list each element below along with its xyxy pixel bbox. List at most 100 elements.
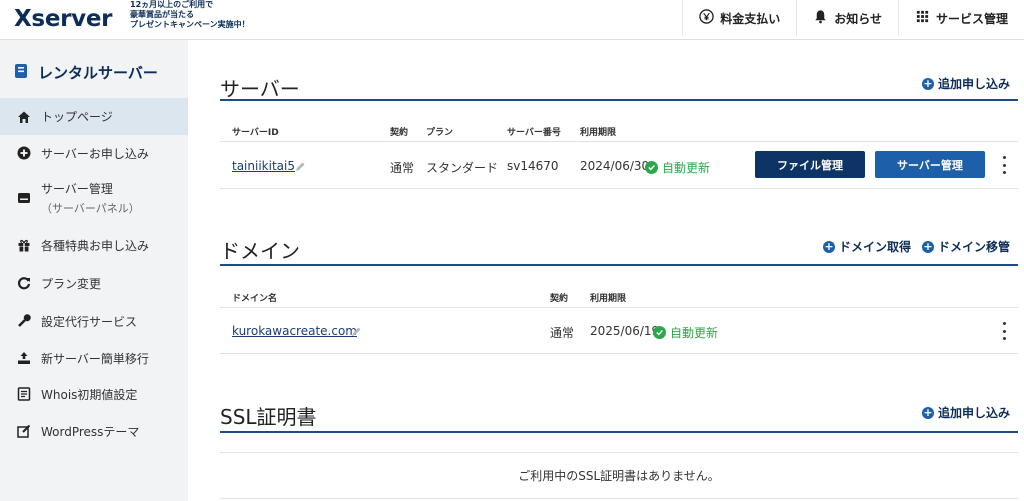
sidebar-item-label: Whois初期値設定 [41,387,138,402]
rental-server-icon [14,63,28,83]
service-management-button[interactable]: サービス管理 [897,0,1024,36]
promo-line-1: 12ヵ月以上のご利用で [130,0,214,9]
payment-label: 料金支払い [720,11,781,26]
column-domain-expiry: 利用期限 [590,294,627,304]
sidebar-item-server-apply[interactable]: サーバーお申し込み [0,137,188,169]
sidebar-item-label: サーバー管理 [41,182,113,196]
sidebar-item-label: 各種特典お申し込み [41,238,150,253]
sidebar-title[interactable]: レンタルサーバー [14,62,158,83]
xserver-logo[interactable]: Xserver [14,6,113,32]
service-management-label: サービス管理 [935,11,1008,26]
domain-get-link[interactable]: + ドメイン取得 [823,238,911,255]
ssl-add-label: 追加申し込み [937,406,1010,420]
column-server-id: サーバーID [232,128,279,138]
server-auto-renew: 自動更新 [645,159,710,176]
sidebar-item-label: サーバーお申し込み [41,146,149,161]
plus-circle-icon: + [921,405,934,419]
grid-icon [915,9,930,27]
bell-icon [813,9,828,27]
server-icon [17,191,31,205]
sidebar-item-setup-service[interactable]: 設定代行サービス [0,305,188,337]
promo-line-3: プレゼントキャンペーン実施中！ [130,20,250,29]
server-section-title: サーバー [220,77,300,101]
domain-header-divider [220,307,1018,308]
server-management-button[interactable]: サーバー管理 [875,151,985,178]
server-add-link[interactable]: + 追加申し込み [921,75,1010,92]
column-contract: 契約 [390,128,409,138]
sidebar-item-label: プラン変更 [41,276,102,291]
column-plan: プラン [426,128,454,138]
sidebar-item-label: 設定代行サービス [41,314,138,329]
refresh-icon [17,276,31,290]
sidebar: レンタルサーバー トップページ サーバーお申し込み サーバー管理 （サーバーパネ… [0,40,188,501]
server-section-rule [220,99,1018,101]
sidebar-item-migration[interactable]: 新サーバー簡単移行 [0,342,188,374]
ssl-add-link[interactable]: + 追加申し込み [921,404,1010,421]
promo-banner[interactable]: 12ヵ月以上のご利用で 豪華賞品が当たる プレゼントキャンペーン実施中！ [130,0,250,30]
column-server-number: サーバー番号 [507,128,561,138]
promo-line-2: 豪華賞品が当たる [130,10,194,19]
domain-transfer-link[interactable]: + ドメイン移管 [921,238,1010,255]
plus-circle-icon: + [823,239,835,253]
sidebar-item-server-panel[interactable]: サーバー管理 （サーバーパネル） [0,176,188,220]
sidebar-item-wordpress-theme[interactable]: WordPressテーマ [0,415,188,447]
server-plan: スタンダード [426,161,499,175]
domain-name-link[interactable]: kurokawacreate.com [232,324,357,338]
wrench-icon [17,314,31,328]
sidebar-item-plan-change[interactable]: プラン変更 [0,267,188,299]
gift-icon [17,238,31,252]
sidebar-item-whois[interactable]: Whois初期値設定 [0,378,188,410]
column-expiry: 利用期限 [580,128,617,138]
sidebar-item-label-wrap: サーバー管理 （サーバーパネル） [41,180,140,216]
server-row-divider [220,188,1018,189]
sidebar-item-sub-label: （サーバーパネル） [41,202,140,215]
plus-circle-icon [17,146,31,160]
plus-circle-icon: + [921,76,934,90]
domain-get-label: ドメイン取得 [839,240,912,254]
notice-label: お知らせ [834,11,882,26]
domain-row-divider [220,353,1018,354]
sidebar-item-label: 新サーバー簡単移行 [41,351,149,366]
check-circle-icon [653,326,666,339]
domain-auto-renew: 自動更新 [653,324,718,341]
document-icon [17,387,31,401]
column-domain-name: ドメイン名 [232,294,278,304]
sidebar-title-label: レンタルサーバー [38,64,158,82]
server-add-label: 追加申し込み [937,77,1010,91]
server-auto-renew-label: 自動更新 [662,161,711,175]
ssl-section-rule [220,431,1018,433]
pencil-icon[interactable] [351,327,361,337]
server-header-divider [220,141,1018,142]
check-circle-icon [645,161,658,174]
ssl-row-divider [220,498,1018,499]
domain-section-title: ドメイン [220,239,300,263]
sidebar-item-label: WordPressテーマ [41,424,140,439]
notice-button[interactable]: お知らせ [796,0,898,36]
ssl-header-divider [220,452,1018,453]
domain-transfer-label: ドメイン移管 [937,240,1010,254]
home-icon [17,110,31,124]
pencil-icon[interactable] [295,162,305,172]
domain-expiry: 2025/06/19 [590,324,660,338]
header-actions: 料金支払い お知らせ サービス管理 [682,0,1024,36]
column-domain-contract: 契約 [550,294,569,304]
sidebar-item-benefits[interactable]: 各種特典お申し込み [0,229,188,261]
server-contract: 通常 [390,161,415,175]
payment-button[interactable]: 料金支払い [682,0,796,36]
transfer-icon [17,351,31,365]
main-content: サーバー + 追加申し込み サーバーID 契約 プラン サーバー番号 利用期限 … [188,40,1024,501]
file-management-button[interactable]: ファイル管理 [755,151,865,178]
top-bar: Xserver 12ヵ月以上のご利用で 豪華賞品が当たる プレゼントキャンペーン… [0,0,1024,40]
server-expiry: 2024/06/30 [580,159,650,173]
yen-icon [699,9,714,27]
sidebar-item-top-page[interactable]: トップページ [0,98,188,135]
server-more-menu[interactable] [1000,156,1008,174]
sidebar-item-label: トップページ [41,110,113,124]
edit-icon [17,424,31,438]
ssl-empty-message: ご利用中のSSL証明書はありません。 [518,469,720,483]
ssl-section-title: SSL証明書 [220,405,317,429]
domain-more-menu[interactable] [1000,322,1008,340]
server-id-link[interactable]: tainiikitai5 [232,159,295,173]
domain-contract: 通常 [550,326,575,340]
domain-auto-renew-label: 自動更新 [670,326,719,340]
